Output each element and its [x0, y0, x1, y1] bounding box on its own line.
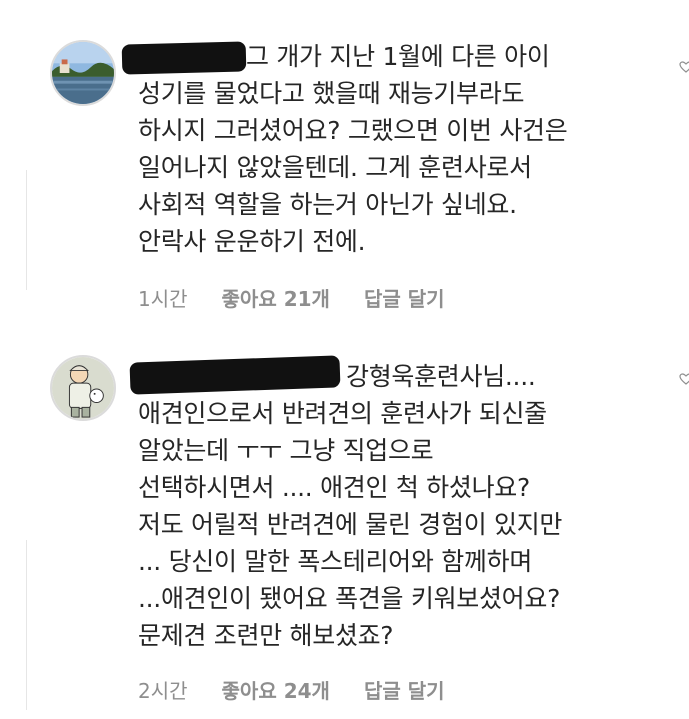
comment-text: 강형욱훈련사님.... 애견인으로서 반려견의 훈련사가 되신줄 알았는데 ㅜㅜ… [138, 358, 629, 654]
thread-divider [26, 540, 27, 710]
comment-text-body: 애견인으로서 반려견의 훈련사가 되신줄 알았는데 ㅜㅜ 그냥 직업으로 선택하… [138, 399, 563, 650]
comment-text-body: 성기를 물었다고 했을때 재능기부라도 하시지 그러셨어요? 그랬으면 이번 사… [138, 79, 568, 256]
comment-1: 그 개가 지난 1월에 다른 아이 성기를 물었다고 했을때 재능기부라도 하시… [0, 30, 689, 330]
comment-text: 그 개가 지난 1월에 다른 아이 성기를 물었다고 했을때 재능기부라도 하시… [138, 38, 629, 260]
like-count[interactable]: 좋아요 21개 [222, 283, 330, 312]
comment-meta: 1시간 좋아요 21개 답글 달기 [138, 283, 445, 312]
comment-time: 1시간 [138, 287, 188, 311]
avatar[interactable] [50, 355, 116, 421]
like-count[interactable]: 좋아요 24개 [222, 675, 330, 704]
heart-icon[interactable] [679, 372, 689, 386]
comment-time: 2시간 [138, 679, 188, 703]
avatar[interactable] [50, 40, 116, 106]
thread-divider [26, 170, 27, 290]
cartoon-character-avatar-icon [52, 357, 114, 419]
comment-meta: 2시간 좋아요 24개 답글 달기 [138, 675, 445, 704]
comment-text-first-line: 강형욱훈련사님.... [346, 362, 536, 391]
comment-2: 강형욱훈련사님.... 애견인으로서 반려견의 훈련사가 되신줄 알았는데 ㅜㅜ… [0, 350, 689, 710]
reply-button[interactable]: 답글 달기 [364, 283, 445, 312]
reply-button[interactable]: 답글 달기 [364, 675, 445, 704]
comment-text-first-line: 그 개가 지난 1월에 다른 아이 [246, 42, 550, 71]
lake-landscape-avatar-icon [52, 42, 114, 104]
heart-icon[interactable] [679, 60, 689, 74]
